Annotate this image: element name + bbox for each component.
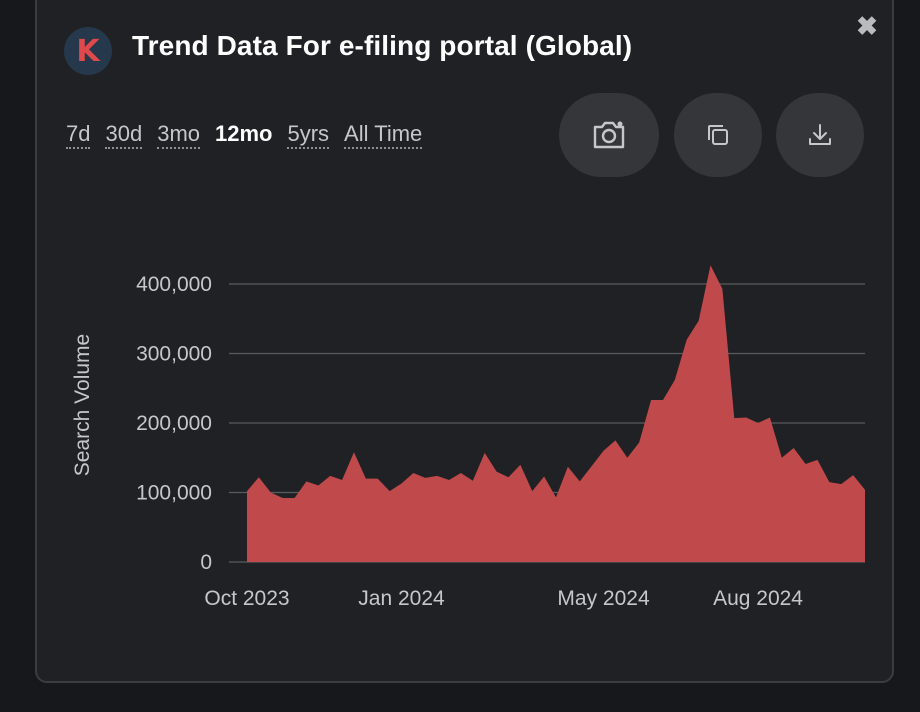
- y-tick-label: 200,000: [136, 412, 212, 435]
- search-volume-area: [247, 265, 865, 562]
- y-axis-label: Search Volume: [71, 334, 94, 476]
- y-axis-ticks: 0 100,000 200,000 300,000 400,000: [136, 273, 212, 574]
- x-tick-label: Oct 2023: [204, 587, 289, 610]
- y-tick-label: 100,000: [136, 482, 212, 505]
- trend-chart: 0 100,000 200,000 300,000 400,000 Oct 2023 Ja…: [71, 265, 865, 610]
- y-tick-label: 0: [200, 551, 212, 574]
- y-tick-label: 400,000: [136, 273, 212, 296]
- y-tick-label: 300,000: [136, 343, 212, 366]
- x-tick-label: May 2024: [557, 587, 650, 610]
- x-tick-label: Aug 2024: [713, 587, 803, 610]
- x-axis-ticks: Oct 2023 Jan 2024 May 2024 Aug 2024: [204, 587, 803, 610]
- x-tick-label: Jan 2024: [358, 587, 445, 610]
